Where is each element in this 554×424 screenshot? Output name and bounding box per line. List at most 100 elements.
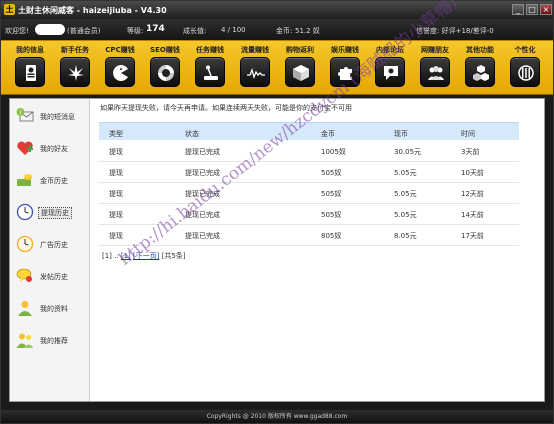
- title-bar: 土 土财主休闲威客 - haizeijiuba - V4.30 _ □ ×: [1, 1, 553, 19]
- cell-cash: 30.05元: [394, 148, 422, 156]
- nav-label: 流量赚钱: [241, 46, 269, 54]
- close-button[interactable]: ×: [540, 4, 552, 15]
- nav-newbie-tasks[interactable]: 新手任务: [55, 45, 95, 93]
- chat-bubble-icon: [375, 57, 405, 87]
- minimize-button[interactable]: _: [512, 4, 524, 15]
- profile-card-icon: [15, 57, 45, 87]
- sidebar-item-my-profile[interactable]: 我的资料: [16, 299, 86, 321]
- nav-cpc-earn[interactable]: CPC赚钱: [100, 45, 140, 93]
- nav-label: SEO赚钱: [150, 46, 180, 54]
- cell-status: 提现已完成: [185, 169, 220, 177]
- sidebar-item-post-history[interactable]: 发帖历史: [16, 267, 86, 289]
- column-header: 时间: [461, 130, 475, 138]
- cell-time: 3天前: [461, 148, 480, 156]
- message-icon: i: [16, 107, 34, 125]
- nav-other-functions[interactable]: 其他功能: [460, 45, 500, 93]
- table-row: 提现 提现已完成 505奴 5.05元 10天前: [99, 162, 519, 183]
- gold-value: 51.2 奴: [295, 27, 320, 35]
- table-header: 类型 状态 金币 现币 时间: [99, 122, 519, 140]
- clock-icon: [16, 203, 34, 221]
- cell-gold: 1005奴: [321, 148, 346, 156]
- maximize-button[interactable]: □: [526, 4, 538, 15]
- cell-gold: 505奴: [321, 211, 342, 219]
- column-header: 状态: [185, 130, 199, 138]
- pager-ellipsis: ..: [114, 252, 119, 260]
- table-row: 提现 提现已完成 505奴 5.05元 14天前: [99, 204, 519, 225]
- pagination: [1] .. [1] [下一页] [共5条]: [102, 251, 186, 261]
- nav-personalize[interactable]: 个性化: [505, 45, 545, 93]
- welcome-text: 欢迎您!: [5, 27, 29, 35]
- sidebar-item-ad-history[interactable]: 广告历史: [16, 235, 86, 257]
- cell-status: 提现已完成: [185, 232, 220, 240]
- gold-coins-icon: [16, 171, 34, 189]
- current-page: [1]: [102, 252, 112, 260]
- nav-label: 新手任务: [61, 46, 89, 54]
- nav-label: 其他功能: [466, 46, 494, 54]
- user-status-bar: 欢迎您! (普通会员) 等级: 174 成长值: 4 / 100 金币: 51.…: [1, 19, 553, 40]
- app-window: 土 土财主休闲威客 - haizeijiuba - V4.30 _ □ × 欢迎…: [0, 0, 554, 424]
- sidebar-item-my-referrals[interactable]: 我的推荐: [16, 331, 86, 353]
- nav-label: 个性化: [514, 46, 536, 54]
- nav-traffic-earn[interactable]: 流量赚钱: [235, 45, 275, 93]
- settings-dial-icon: [510, 57, 540, 87]
- nav-internal-forum[interactable]: 内部论坛: [370, 45, 410, 93]
- table-row: 提现 提现已完成 1005奴 30.05元 3天前: [99, 141, 519, 162]
- cell-gold: 505奴: [321, 190, 342, 198]
- nav-earn-friends[interactable]: 网赚朋友: [415, 45, 455, 93]
- sidebar: i 我的短消息 我的好友 金币历史 提现历史 广告历史 发帖历史 我的资料 我的…: [10, 99, 90, 401]
- sidebar-item-messages[interactable]: i 我的短消息: [16, 107, 86, 129]
- page-1-link[interactable]: [1]: [121, 252, 131, 260]
- column-header: 现币: [394, 130, 408, 138]
- sidebar-item-label: 我的推荐: [40, 337, 68, 345]
- nav-entertainment-earn[interactable]: 娱乐赚钱: [325, 45, 365, 93]
- withdraw-notice: 如果昨天提现失败，请今天再申请。如果连续两天失败，可能是你的支付宝不可用: [100, 104, 352, 112]
- cell-status: 提现已完成: [185, 148, 220, 156]
- sidebar-item-gold-history[interactable]: 金币历史: [16, 171, 86, 193]
- nav-label: 任务赚钱: [196, 46, 224, 54]
- sidebar-item-label: 我的资料: [40, 305, 68, 313]
- cell-time: 12天前: [461, 190, 484, 198]
- nav-my-info[interactable]: 我的信息: [10, 45, 50, 93]
- sidebar-item-withdraw-history[interactable]: 提现历史: [16, 203, 86, 225]
- sidebar-item-label: 广告历史: [40, 241, 68, 249]
- nav-label: 内部论坛: [376, 46, 404, 54]
- puzzle-icon: [330, 57, 360, 87]
- column-header: 类型: [109, 130, 123, 138]
- main-nav-bar: 我的信息 新手任务 CPC赚钱 SEO赚钱 任务赚钱 流量赚钱 购物返利 娱乐赚…: [1, 40, 553, 95]
- level-value: 174: [146, 24, 165, 34]
- growth-value: 4 / 100: [221, 26, 246, 34]
- swirl-icon: [150, 57, 180, 87]
- app-logo-icon: 土: [4, 4, 15, 15]
- level-label: 等级:: [127, 27, 144, 35]
- nav-task-earn[interactable]: 任务赚钱: [190, 45, 230, 93]
- table-row: 提现 提现已完成 805奴 8.05元 17天前: [99, 225, 519, 246]
- cell-type: 提现: [109, 169, 123, 177]
- user-icon: [16, 299, 34, 317]
- cell-time: 17天前: [461, 232, 484, 240]
- next-page-link[interactable]: [下一页]: [133, 252, 159, 260]
- pacman-icon: [105, 57, 135, 87]
- sidebar-item-label: 我的短消息: [40, 113, 75, 121]
- nav-seo-earn[interactable]: SEO赚钱: [145, 45, 185, 93]
- people-icon: [420, 57, 450, 87]
- total-count: [共5条]: [161, 252, 186, 260]
- cell-status: 提现已完成: [185, 190, 220, 198]
- cell-type: 提现: [109, 232, 123, 240]
- friend-heart-icon: [16, 139, 34, 157]
- cell-cash: 5.05元: [394, 211, 417, 219]
- sidebar-item-friends[interactable]: 我的好友: [16, 139, 86, 161]
- cell-time: 14天前: [461, 211, 484, 219]
- growth-label: 成长值:: [183, 27, 207, 35]
- sidebar-item-label: 金币历史: [40, 177, 68, 185]
- cell-type: 提现: [109, 190, 123, 198]
- nav-label: 购物返利: [286, 46, 314, 54]
- cell-gold: 805奴: [321, 232, 342, 240]
- nav-shopping-rebate[interactable]: 购物返利: [280, 45, 320, 93]
- post-chat-icon: [16, 267, 34, 285]
- cell-cash: 8.05元: [394, 232, 417, 240]
- content-area: 如果昨天提现失败，请今天再申请。如果连续两天失败，可能是你的支付宝不可用 类型 …: [96, 99, 542, 401]
- cubes-icon: [465, 57, 495, 87]
- sidebar-item-label: 提现历史: [38, 207, 72, 219]
- gold-label: 金币:: [276, 27, 293, 35]
- box-icon: [285, 57, 315, 87]
